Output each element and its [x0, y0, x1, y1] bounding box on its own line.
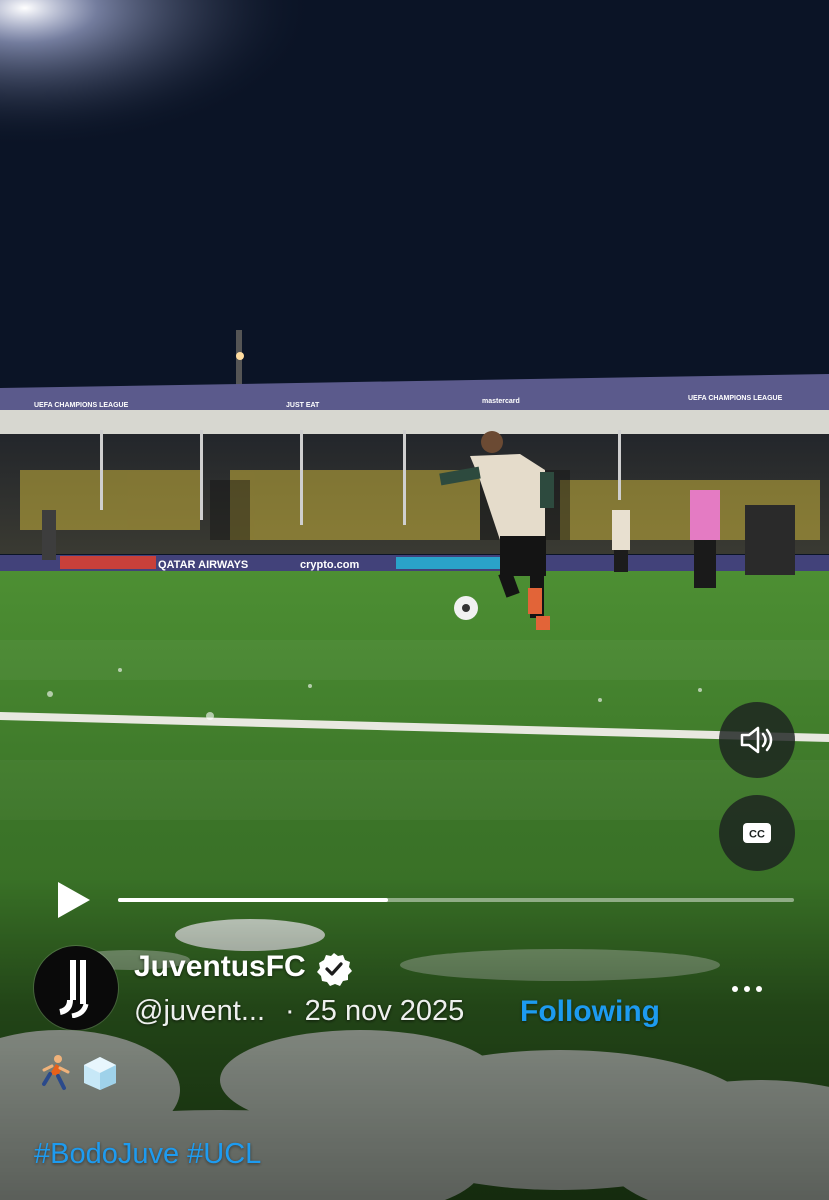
board-qatar: QATAR AIRWAYS	[158, 559, 248, 571]
post-meta: @juvent... · 25 nov 2025	[134, 995, 464, 1028]
captions-button[interactable]: CC	[719, 795, 795, 871]
roof-banner-mastercard: mastercard	[482, 398, 520, 405]
post-date[interactable]: 25 nov 2025	[305, 995, 465, 1027]
play-button[interactable]	[50, 878, 94, 922]
video-progress-bar[interactable]	[118, 898, 794, 902]
mute-button[interactable]	[719, 702, 795, 778]
account-avatar[interactable]	[34, 946, 118, 1030]
roof-banner-left: UEFA CHAMPIONS LEAGUE	[34, 402, 129, 409]
more-icon[interactable]	[730, 982, 764, 996]
roof-banner-right: UEFA CHAMPIONS LEAGUE	[688, 395, 783, 402]
meta-separator: ·	[285, 995, 295, 1027]
ice-cube-icon	[84, 1057, 116, 1090]
captions-icon: CC	[743, 823, 771, 843]
video-progress-fill	[118, 898, 389, 902]
post-emojis	[38, 1054, 118, 1092]
captions-label: CC	[749, 829, 765, 841]
post-hashtags: #BodoJuve #UCL	[34, 1138, 269, 1171]
person-running-icon	[42, 1055, 70, 1090]
play-icon	[58, 882, 90, 918]
juventus-logo-icon	[59, 960, 89, 1018]
board-crypto: crypto.com	[300, 559, 360, 571]
hashtag-link[interactable]: #BodoJuve	[34, 1138, 179, 1170]
verified-badge-icon	[317, 953, 352, 986]
roof-banner-justeat: JUST EAT	[286, 402, 320, 409]
hashtag-link[interactable]: #UCL	[187, 1138, 261, 1170]
account-handle[interactable]: @juvent...	[134, 995, 265, 1028]
account-display-name[interactable]: JuventusFC	[134, 950, 306, 984]
following-button[interactable]: Following	[520, 995, 660, 1029]
speaker-icon	[740, 726, 773, 754]
